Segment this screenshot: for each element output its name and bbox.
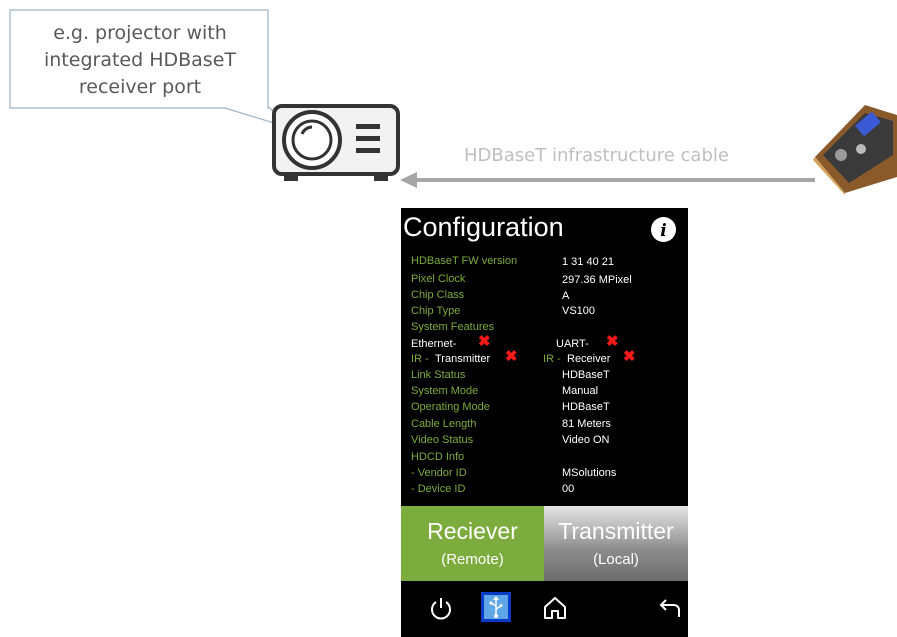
power-icon[interactable] — [429, 595, 453, 621]
hdbaset-device-image — [813, 105, 897, 195]
usb-icon[interactable] — [480, 591, 512, 623]
feature-ir-rx-label: Receiver — [567, 353, 611, 365]
row-value-device-id: 00 — [562, 483, 575, 495]
feature-ethernet-label: Ethernet- — [411, 338, 457, 350]
row-label-fw-version: HDBaseT FW version — [411, 255, 518, 267]
row-label-pixel-clock: Pixel Clock — [411, 273, 466, 285]
row-value-vendor-id: MSolutions — [562, 467, 617, 479]
callout-text: e.g. projector with integrated HDBaseT r… — [43, 22, 236, 98]
configuration-panel: Configuration i HDBaseT FW version 1 31 … — [401, 208, 688, 637]
receiver-button-sub: (Remote) — [441, 551, 504, 568]
row-value-operating-mode: HDBaseT — [562, 401, 610, 413]
row-value-pixel-clock: 297.36 MPixel — [562, 274, 632, 286]
row-value-fw-version: 1 31 40 21 — [562, 256, 614, 268]
ethernet-x-icon: ✖ — [478, 333, 491, 350]
svg-text:i: i — [660, 221, 666, 241]
page-title: Configuration — [403, 212, 564, 242]
row-label-system-mode: System Mode — [411, 385, 479, 397]
row-label-operating-mode: Operating Mode — [411, 401, 490, 413]
ir-tx-x-icon: ✖ — [505, 348, 518, 365]
projector-icon — [272, 104, 400, 181]
row-value-cable-length: 81 Meters — [562, 418, 611, 430]
row-value-video-status: Video ON — [562, 434, 610, 446]
transmitter-button-sub: (Local) — [593, 551, 639, 568]
transmitter-button[interactable]: Transmitter (Local) — [544, 506, 688, 581]
feature-ir-tx-label: Transmitter — [435, 353, 491, 365]
row-label-chip-type: Chip Type — [411, 305, 461, 317]
row-label-hdcd-info: HDCD Info — [411, 451, 465, 463]
cable-label: HDBaseT infrastructure cable — [464, 145, 729, 166]
row-value-system-mode: Manual — [562, 385, 599, 397]
row-label-link-status: Link Status — [411, 369, 466, 381]
back-icon[interactable] — [656, 597, 682, 621]
row-value-link-status: HDBaseT — [562, 369, 610, 381]
row-value-chip-class: A — [562, 290, 570, 302]
uart-x-icon: ✖ — [606, 333, 619, 350]
row-label-device-id: - Device ID — [411, 483, 466, 495]
row-value-chip-type: VS100 — [562, 305, 596, 317]
ir-rx-x-icon: ✖ — [623, 348, 636, 365]
row-label-chip-class: Chip Class — [411, 289, 465, 301]
receiver-button[interactable]: Reciever (Remote) — [401, 506, 544, 581]
row-label-cable-length: Cable Length — [411, 418, 477, 430]
cable-arrow — [400, 172, 815, 188]
info-icon[interactable]: i — [650, 216, 677, 243]
transmitter-button-label: Transmitter — [558, 518, 674, 544]
row-label-video-status: Video Status — [411, 434, 474, 446]
nav-bar — [401, 581, 688, 637]
row-label-vendor-id: - Vendor ID — [411, 467, 467, 479]
receiver-button-label: Reciever — [427, 518, 518, 544]
feature-ir-tx-prefix: IR - — [411, 353, 429, 365]
feature-uart-label: UART- — [556, 338, 589, 350]
home-icon[interactable] — [542, 595, 568, 621]
feature-ir-rx-prefix: IR - — [543, 353, 561, 365]
